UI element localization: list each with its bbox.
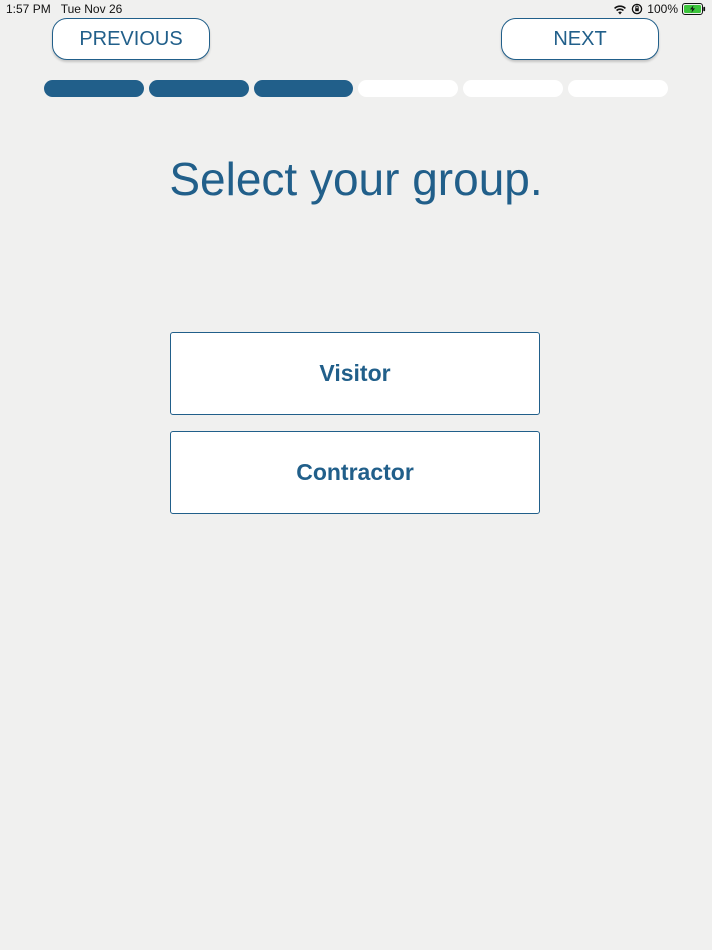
progress-segment — [463, 80, 564, 97]
status-time: 1:57 PM — [6, 2, 51, 16]
page-title: Select your group. — [169, 153, 543, 205]
previous-button[interactable]: PREVIOUS — [52, 18, 210, 60]
status-left: 1:57 PM Tue Nov 26 — [6, 2, 122, 16]
status-right: 100% — [613, 2, 706, 16]
group-options: Visitor Contractor — [170, 332, 540, 530]
battery-charging-icon — [682, 3, 706, 15]
next-button[interactable]: NEXT — [501, 18, 659, 60]
status-date: Tue Nov 26 — [60, 2, 123, 16]
progress-segment — [253, 80, 354, 97]
status-bar: 1:57 PM Tue Nov 26 100% — [0, 0, 712, 18]
orientation-lock-icon — [631, 3, 643, 15]
progress-segment — [44, 80, 144, 97]
progress-bar — [44, 80, 668, 97]
battery-percent: 100% — [647, 2, 678, 16]
progress-segment — [148, 80, 249, 97]
progress-segment — [358, 80, 459, 97]
progress-segment — [568, 80, 668, 97]
option-visitor-button[interactable]: Visitor — [170, 332, 540, 415]
wifi-icon — [613, 4, 627, 15]
option-contractor-button[interactable]: Contractor — [170, 431, 540, 514]
